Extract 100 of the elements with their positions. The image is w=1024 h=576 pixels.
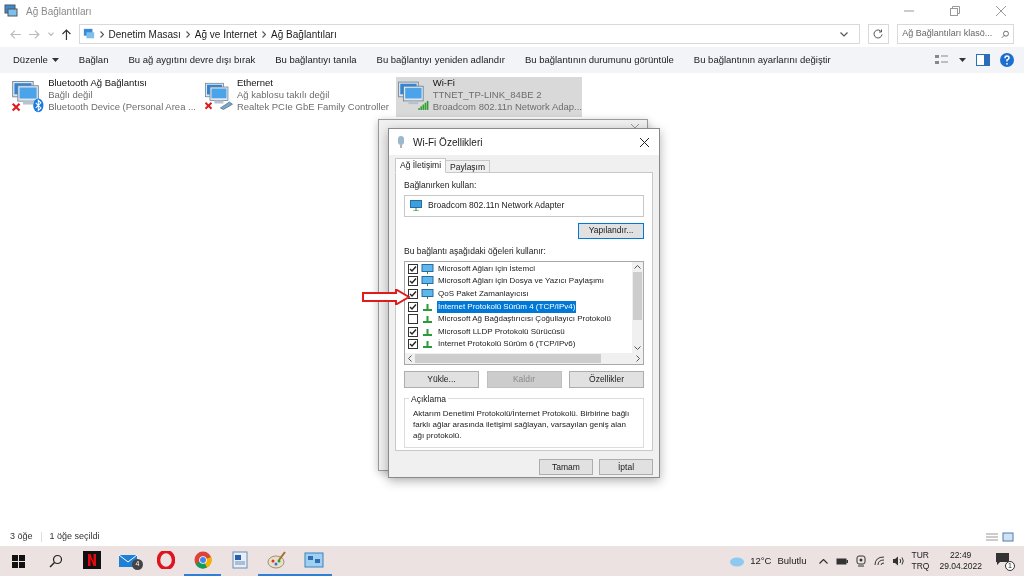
- help-icon[interactable]: [1000, 53, 1014, 67]
- scroll-thumb[interactable]: [633, 271, 642, 320]
- up-icon[interactable]: [61, 28, 71, 40]
- component-button[interactable]: Özellikler: [569, 370, 644, 388]
- speaker-icon[interactable]: [891, 556, 904, 566]
- description-text: Aktarım Denetimi Protokolü/İnternet Protokolü. Birbirine bağlı farklı ağlar arasında iletişimi sağlayan, varsayılan geniş alan ağı protokolü.: [413, 407, 631, 441]
- network-adapter-icon: [410, 200, 422, 212]
- chrome-icon: [193, 551, 212, 569]
- opera-icon: [156, 551, 175, 569]
- connection-status: TTNET_TP-LINK_84BE 2: [432, 89, 543, 101]
- protocol-icon: [421, 301, 434, 312]
- configure-button[interactable]: Yapılandır...: [578, 222, 644, 239]
- toolbar-command[interactable]: Bu bağlantıyı yeniden adlandır: [376, 52, 505, 68]
- component-button[interactable]: Yükle...: [404, 370, 479, 388]
- connection-item[interactable]: Ethernet Ağ kablosu takılı değil Realtek PCIe GbE Family Controller: [203, 77, 389, 117]
- checkbox[interactable]: [408, 263, 418, 274]
- toolbar-command[interactable]: Bu bağlantının ayarlarını değiştir: [693, 52, 831, 68]
- component-item[interactable]: İnternet Protokolü Sürüm 4 (TCP/IPv4): [437, 300, 577, 313]
- checkbox[interactable]: [408, 339, 418, 350]
- weather-temperature[interactable]: 12°C: [750, 553, 772, 569]
- network-folder-icon: [4, 4, 18, 18]
- component-item[interactable]: Microsoft Ağları için Dosya ve Yazıcı Paylaşımı: [437, 275, 605, 288]
- checkbox[interactable]: [408, 276, 418, 287]
- computer-icon: [421, 276, 434, 287]
- breadcrumb[interactable]: Denetim Masası: [108, 26, 181, 42]
- input-language[interactable]: TUR TRQ: [911, 550, 930, 572]
- chevron-icon: [185, 30, 190, 38]
- dialog-title: Wi-Fi Özellikleri: [413, 135, 483, 150]
- connection-device: Broadcom 802.11n Network Adap...: [432, 101, 582, 113]
- connection-item[interactable]: Bluetooth Ağ Bağlantısı Bağlı değil Bluetooth Device (Personal Area ...: [10, 77, 196, 117]
- protocol-icon: [421, 326, 434, 337]
- view-options-icon[interactable]: [935, 54, 949, 66]
- camera-icon[interactable]: [855, 555, 866, 567]
- computer-icon: [421, 263, 434, 274]
- network-folder-icon: [82, 28, 95, 40]
- search-icon: [1000, 29, 1009, 39]
- component-item[interactable]: Microsoft LLDP Protokolü Sürücüsü: [437, 325, 566, 338]
- checkbox[interactable]: [408, 326, 418, 337]
- refresh-button[interactable]: [867, 24, 890, 44]
- palette-icon: [266, 551, 287, 569]
- search-field[interactable]: Ağ Bağlantıları klasö...: [897, 24, 1014, 44]
- preview-pane-icon[interactable]: [976, 54, 990, 66]
- chevron-icon: [262, 30, 267, 38]
- windows-start-icon[interactable]: [12, 554, 25, 568]
- toolbar-command[interactable]: Bu ağ aygıtını devre dışı bırak: [128, 52, 256, 68]
- toolbar-command[interactable]: Bağlan: [78, 52, 109, 68]
- organize-menu[interactable]: Düzenle: [13, 52, 59, 68]
- refresh-icon[interactable]: [873, 29, 884, 39]
- scroll-thumb[interactable]: [415, 353, 601, 363]
- connection-item[interactable]: Wi-Fi TTNET_TP-LINK_84BE 2 Broadcom 802.11n Network Adap...: [396, 77, 582, 117]
- connection-status: Ağ kablosu takılı değil: [236, 89, 331, 101]
- protocol-icon: [421, 339, 434, 350]
- scroll-right-icon[interactable]: [636, 354, 640, 362]
- network-adapter-icon: [397, 136, 405, 148]
- checkbox[interactable]: [408, 314, 418, 325]
- component-item[interactable]: QoS Paket Zamanlayıcısı: [437, 288, 530, 300]
- checkbox[interactable]: [408, 289, 418, 299]
- scroll-up-icon[interactable]: [634, 264, 641, 269]
- description-title: Açıklama: [409, 392, 448, 406]
- protocol-icon: [421, 314, 434, 325]
- scroll-left-icon[interactable]: [408, 354, 412, 362]
- component-item[interactable]: Microsoft Ağ Bağdaştırıcısı Çoğullayıcı Protokolü: [437, 313, 612, 326]
- connection-name: Bluetooth Ağ Bağlantısı: [48, 77, 148, 89]
- maximize-icon[interactable]: [950, 6, 960, 16]
- adapter-field: Broadcom 802.11n Network Adapter: [404, 194, 644, 217]
- component-item[interactable]: Microsoft Ağları için İstemci: [437, 262, 536, 275]
- dialog-tab[interactable]: Ağ İletişimi: [395, 158, 447, 173]
- computer-icon: [421, 289, 434, 299]
- close-icon[interactable]: [640, 137, 649, 147]
- dropdown-caret-icon[interactable]: [839, 31, 848, 37]
- connection-device: Bluetooth Device (Personal Area ...: [48, 101, 196, 113]
- horizontal-scrollbar[interactable]: [405, 352, 643, 364]
- view-caret-icon[interactable]: [959, 58, 966, 62]
- notification-icon[interactable]: [996, 553, 1009, 565]
- dialog-button[interactable]: İptal: [599, 459, 653, 475]
- checkbox[interactable]: [408, 301, 418, 312]
- address-bar[interactable]: Denetim Masası Ağ ve Internet Ağ Bağlantıları: [78, 24, 860, 44]
- components-label: Bu bağlantı aşağıdaki öğeleri kullanır:: [404, 244, 547, 258]
- breadcrumb[interactable]: Ağ Bağlantıları: [271, 26, 337, 42]
- dialog-tab[interactable]: Paylaşım: [446, 160, 491, 173]
- weather-condition[interactable]: Bulutlu: [777, 553, 807, 569]
- dialog-button[interactable]: Tamam: [539, 459, 593, 475]
- caret-icon: [51, 58, 59, 62]
- toolbar-command[interactable]: Bu bağlantının durumunu görüntüle: [524, 52, 674, 68]
- document-icon: [230, 551, 249, 569]
- search-icon[interactable]: [49, 554, 63, 568]
- clock[interactable]: 22:49 29.04.2022: [939, 550, 982, 572]
- connection-status: Bağlı değil: [48, 89, 94, 101]
- battery-icon[interactable]: [835, 557, 848, 565]
- window-title: Ağ Bağlantıları: [26, 4, 92, 19]
- network-window-icon: [303, 552, 324, 568]
- toolbar-command[interactable]: Bu bağlantıyı tanıla: [275, 52, 357, 68]
- vertical-scrollbar[interactable]: [632, 261, 643, 353]
- wifi-icon[interactable]: [873, 556, 886, 566]
- component-item[interactable]: İnternet Protokolü Sürüm 6 (TCP/IPv6): [437, 338, 577, 351]
- breadcrumb[interactable]: Ağ ve Internet: [194, 26, 258, 42]
- connection-name: Ethernet: [236, 77, 274, 89]
- scroll-down-icon[interactable]: [634, 345, 641, 350]
- chevron-up-icon[interactable]: [818, 558, 828, 564]
- connection-name: Wi-Fi: [432, 77, 456, 89]
